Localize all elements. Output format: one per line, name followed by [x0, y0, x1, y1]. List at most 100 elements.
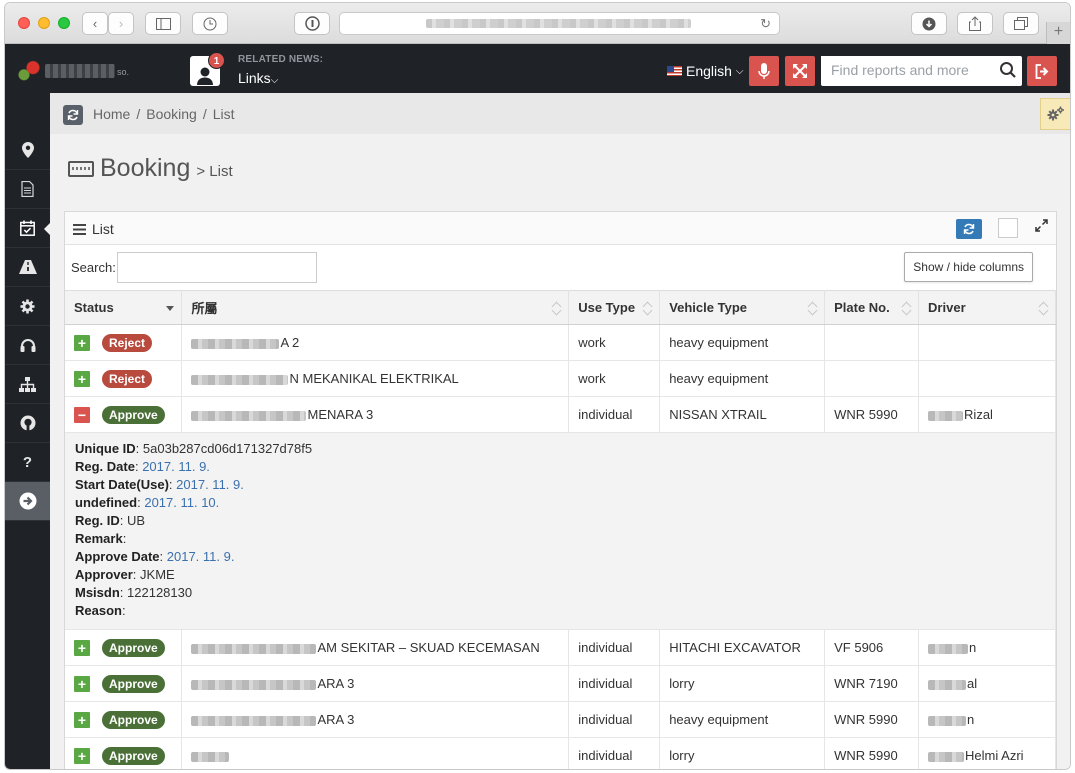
redacted-text [191, 751, 230, 762]
downloads-button[interactable] [911, 12, 947, 35]
driver-cell: n [967, 712, 975, 727]
language-selector[interactable]: English ⌵ [667, 63, 744, 79]
vehicle-type-cell: heavy equipment [659, 701, 826, 738]
breadcrumb-home[interactable]: Home [93, 106, 130, 122]
use-type-cell: individual [568, 737, 661, 769]
close-window-button[interactable] [18, 17, 30, 29]
table-row[interactable]: + Reject A 2 work heavy equipment [65, 324, 1056, 361]
collapse-row-button[interactable]: − [74, 406, 90, 423]
show-hide-columns-button[interactable]: Show / hide columns [904, 252, 1033, 282]
sidebar-item-road[interactable] [5, 248, 50, 287]
back-button[interactable]: ‹ [82, 12, 108, 35]
redacted-text [191, 643, 317, 654]
voice-search-button[interactable] [749, 56, 779, 86]
report-search-input[interactable] [821, 56, 991, 84]
affiliation-cell: N MEKANIKAL ELEKTRIKAL [289, 371, 459, 386]
vehicle-type-cell: HITACHI EXCAVATOR [659, 629, 826, 666]
redacted-text [191, 374, 289, 385]
plate-no-cell: WNR 5990 [824, 701, 920, 738]
sidebar-item-map[interactable] [5, 131, 50, 170]
sidebar: ? [5, 93, 50, 769]
sidebar-item-booking[interactable] [5, 209, 50, 248]
minimize-window-button[interactable] [38, 17, 50, 29]
expand-row-button[interactable]: + [74, 370, 90, 387]
table-header-row: Status 所屬 Use Type Vehicle Type Plate No… [65, 290, 1056, 325]
table-row[interactable]: + Approve ARA 3 individual lorry WNR 7190… [65, 665, 1056, 702]
logout-button[interactable] [1027, 56, 1057, 86]
sidebar-item-settings[interactable] [5, 287, 50, 326]
share-button[interactable] [957, 12, 993, 35]
expand-row-button[interactable]: + [74, 639, 90, 656]
sidebar-item-support[interactable] [5, 326, 50, 365]
expand-row-button[interactable]: + [74, 747, 90, 764]
table-row[interactable]: + Reject N MEKANIKAL ELEKTRIKAL work heav… [65, 360, 1056, 397]
breadcrumb-separator: / [202, 106, 207, 122]
privacy-report-button[interactable] [294, 12, 330, 35]
table-row[interactable]: + Approve ARA 3 individual heavy equipmen… [65, 701, 1056, 738]
column-header-plate-no[interactable]: Plate No. [824, 290, 920, 325]
expand-row-button[interactable]: + [74, 675, 90, 692]
expand-row-button[interactable]: + [74, 334, 90, 351]
panel-refresh-button[interactable] [956, 219, 982, 239]
sidebar-toggle-button[interactable] [145, 12, 181, 35]
road-icon [18, 260, 37, 274]
sidebar-collapse-toggle[interactable] [5, 482, 50, 521]
detail-start-date: Start Date(Use): 2017. 11. 9. [75, 477, 244, 492]
detail-msisdn: Msisdn: 122128130 [75, 585, 193, 600]
news-links-label: Links [238, 70, 271, 86]
driver-cell: n [969, 640, 977, 655]
sidebar-item-help[interactable]: ? [5, 443, 50, 482]
table-row[interactable]: + Approve AM SEKITAR – SKUAD KECEMASAN in… [65, 629, 1056, 666]
panel-expand-button[interactable] [1035, 219, 1048, 235]
new-tab-button[interactable]: + [1046, 22, 1070, 44]
row-detail: Unique ID: 5a03b287cd06d171327d78f5 Reg.… [65, 432, 1056, 630]
table-row-expanded[interactable]: − Approve MENARA 3 individual NISSAN XTRA… [65, 396, 1056, 433]
chevron-right-icon: › [118, 16, 124, 31]
company-logo[interactable]: so. [15, 56, 135, 84]
table-row[interactable]: + Approve individual lorry WNR 5990 Helmi… [65, 737, 1056, 769]
vehicle-type-cell: lorry [659, 737, 826, 769]
column-header-driver[interactable]: Driver [918, 290, 1056, 325]
fullscreen-button[interactable] [785, 56, 815, 86]
plate-no-cell: VF 5906 [824, 629, 920, 666]
page-settings-button[interactable] [1040, 98, 1070, 130]
column-header-affiliation[interactable]: 所屬 [181, 290, 570, 325]
redacted-text [191, 410, 307, 421]
main-content: Home / Booking / List Booking > List Lis… [50, 93, 1070, 769]
search-icon[interactable] [999, 61, 1017, 79]
column-header-use-type[interactable]: Use Type [568, 290, 661, 325]
page-refresh-button[interactable] [63, 105, 83, 125]
sidebar-item-reports[interactable] [5, 170, 50, 209]
expand-row-button[interactable]: + [74, 711, 90, 728]
detail-approve-date: Approve Date: 2017. 11. 9. [75, 549, 235, 564]
detail-unique-id: Unique ID: 5a03b287cd06d171327d78f5 [75, 441, 313, 456]
column-label: Status [74, 300, 114, 315]
tabs-overview-button[interactable] [1003, 12, 1039, 35]
panel-option-button[interactable] [998, 218, 1018, 238]
news-links-dropdown[interactable]: Links⌵ [238, 70, 278, 86]
column-header-status[interactable]: Status [65, 290, 183, 325]
map-marker-icon [21, 142, 34, 158]
status-badge: Approve [102, 405, 165, 424]
logo-mark [15, 58, 45, 82]
sidebar-item-organization[interactable] [5, 365, 50, 404]
reload-icon[interactable]: ↻ [760, 16, 771, 32]
sidebar-item-github[interactable] [5, 404, 50, 443]
forward-button[interactable]: › [108, 12, 134, 35]
history-button[interactable] [192, 12, 228, 35]
arrow-circle-right-icon [19, 492, 36, 510]
sitemap-icon [19, 376, 36, 392]
column-header-vehicle-type[interactable]: Vehicle Type [659, 290, 826, 325]
sort-icon [903, 301, 912, 314]
table-search-input[interactable] [116, 252, 317, 283]
zoom-window-button[interactable] [58, 17, 70, 29]
report-search-box[interactable] [821, 56, 1022, 86]
breadcrumb-booking[interactable]: Booking [146, 106, 197, 122]
use-type-cell: work [568, 360, 661, 397]
sort-icon [1040, 301, 1049, 314]
keyboard-icon [68, 161, 94, 177]
sort-icon [553, 301, 562, 314]
address-bar[interactable]: ↻ [339, 12, 780, 35]
detail-remark: Remark: [75, 531, 127, 546]
plate-no-cell: WNR 5990 [824, 396, 920, 433]
